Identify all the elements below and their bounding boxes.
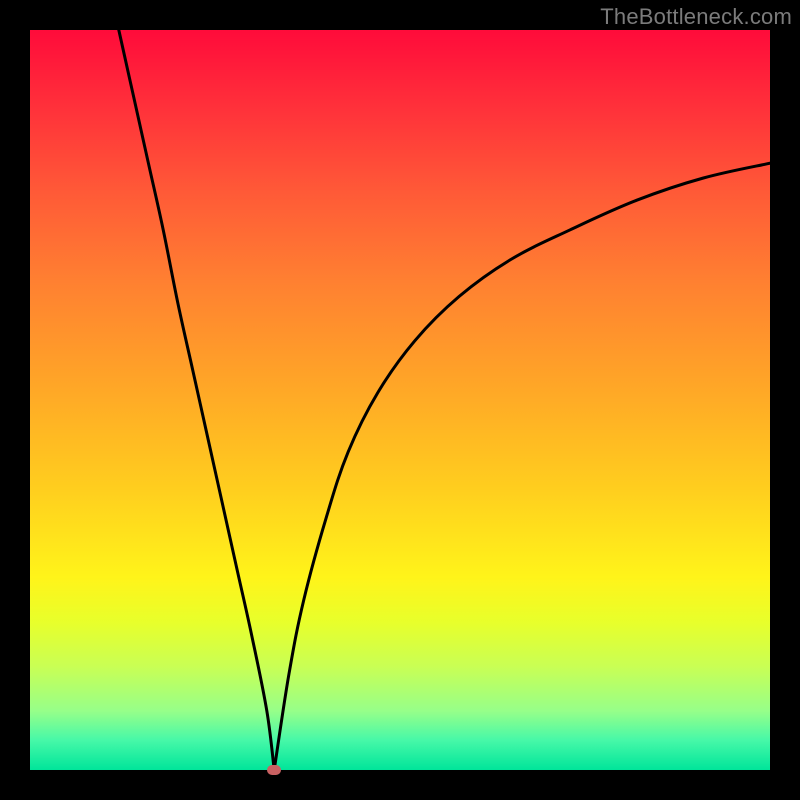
chart-curves [30, 30, 770, 770]
plot-area [30, 30, 770, 770]
chart-frame: TheBottleneck.com [0, 0, 800, 800]
minimum-marker [267, 765, 281, 775]
watermark-text: TheBottleneck.com [600, 4, 792, 30]
right-branch-curve [274, 163, 770, 770]
left-branch-curve [119, 30, 274, 770]
